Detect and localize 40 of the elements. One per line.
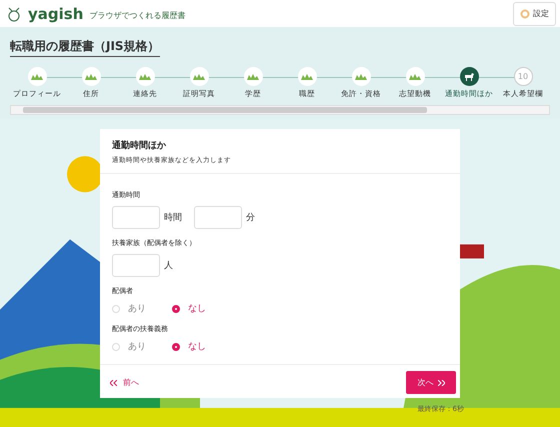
grass-icon [139,74,151,80]
step-marker[interactable] [190,67,208,86]
unit-label: 時間 [164,212,182,224]
number-input[interactable] [112,254,160,277]
step-marker[interactable] [136,67,154,86]
grass-icon [85,74,97,80]
step-marker[interactable] [28,67,46,86]
step-marker[interactable] [352,67,370,86]
next-button[interactable]: 次へ [406,371,456,394]
unit-label: 人 [164,260,173,272]
step-marker[interactable] [460,67,478,86]
unit-label: 分 [246,212,255,224]
grass-icon [409,74,421,80]
form-title: 通勤時間ほか [112,139,167,152]
grass-icon [193,74,205,80]
radio-option[interactable]: あり [112,340,146,353]
previous-button[interactable]: 前へ [104,376,145,389]
double-left-chevron-icon [110,380,117,386]
grass-icon [31,74,43,80]
tagline: ブラウザでつくれる履歴書 [89,10,186,21]
grass-icon [301,74,313,80]
page-title: 転職用の履歴書（JIS規格） [10,38,160,57]
number-input[interactable] [112,206,160,229]
radio-option[interactable]: なし [172,340,206,353]
double-right-chevron-icon [438,380,444,386]
gear-icon [520,8,530,18]
goat-icon [464,72,474,81]
step-marker[interactable] [82,67,100,86]
step-marker[interactable] [244,67,262,86]
goat-logo-icon [6,6,22,22]
logo-text: yagish [28,4,84,22]
radio-option[interactable]: あり [112,302,146,315]
step-marker[interactable] [406,67,424,86]
scrollbar[interactable] [10,105,550,115]
step-marker[interactable] [298,67,316,86]
settings-button[interactable]: 設定 [513,2,556,26]
grass-icon [355,74,367,80]
radio-option[interactable]: なし [172,302,206,315]
number-input[interactable] [194,206,242,229]
grass-icon [247,74,259,80]
